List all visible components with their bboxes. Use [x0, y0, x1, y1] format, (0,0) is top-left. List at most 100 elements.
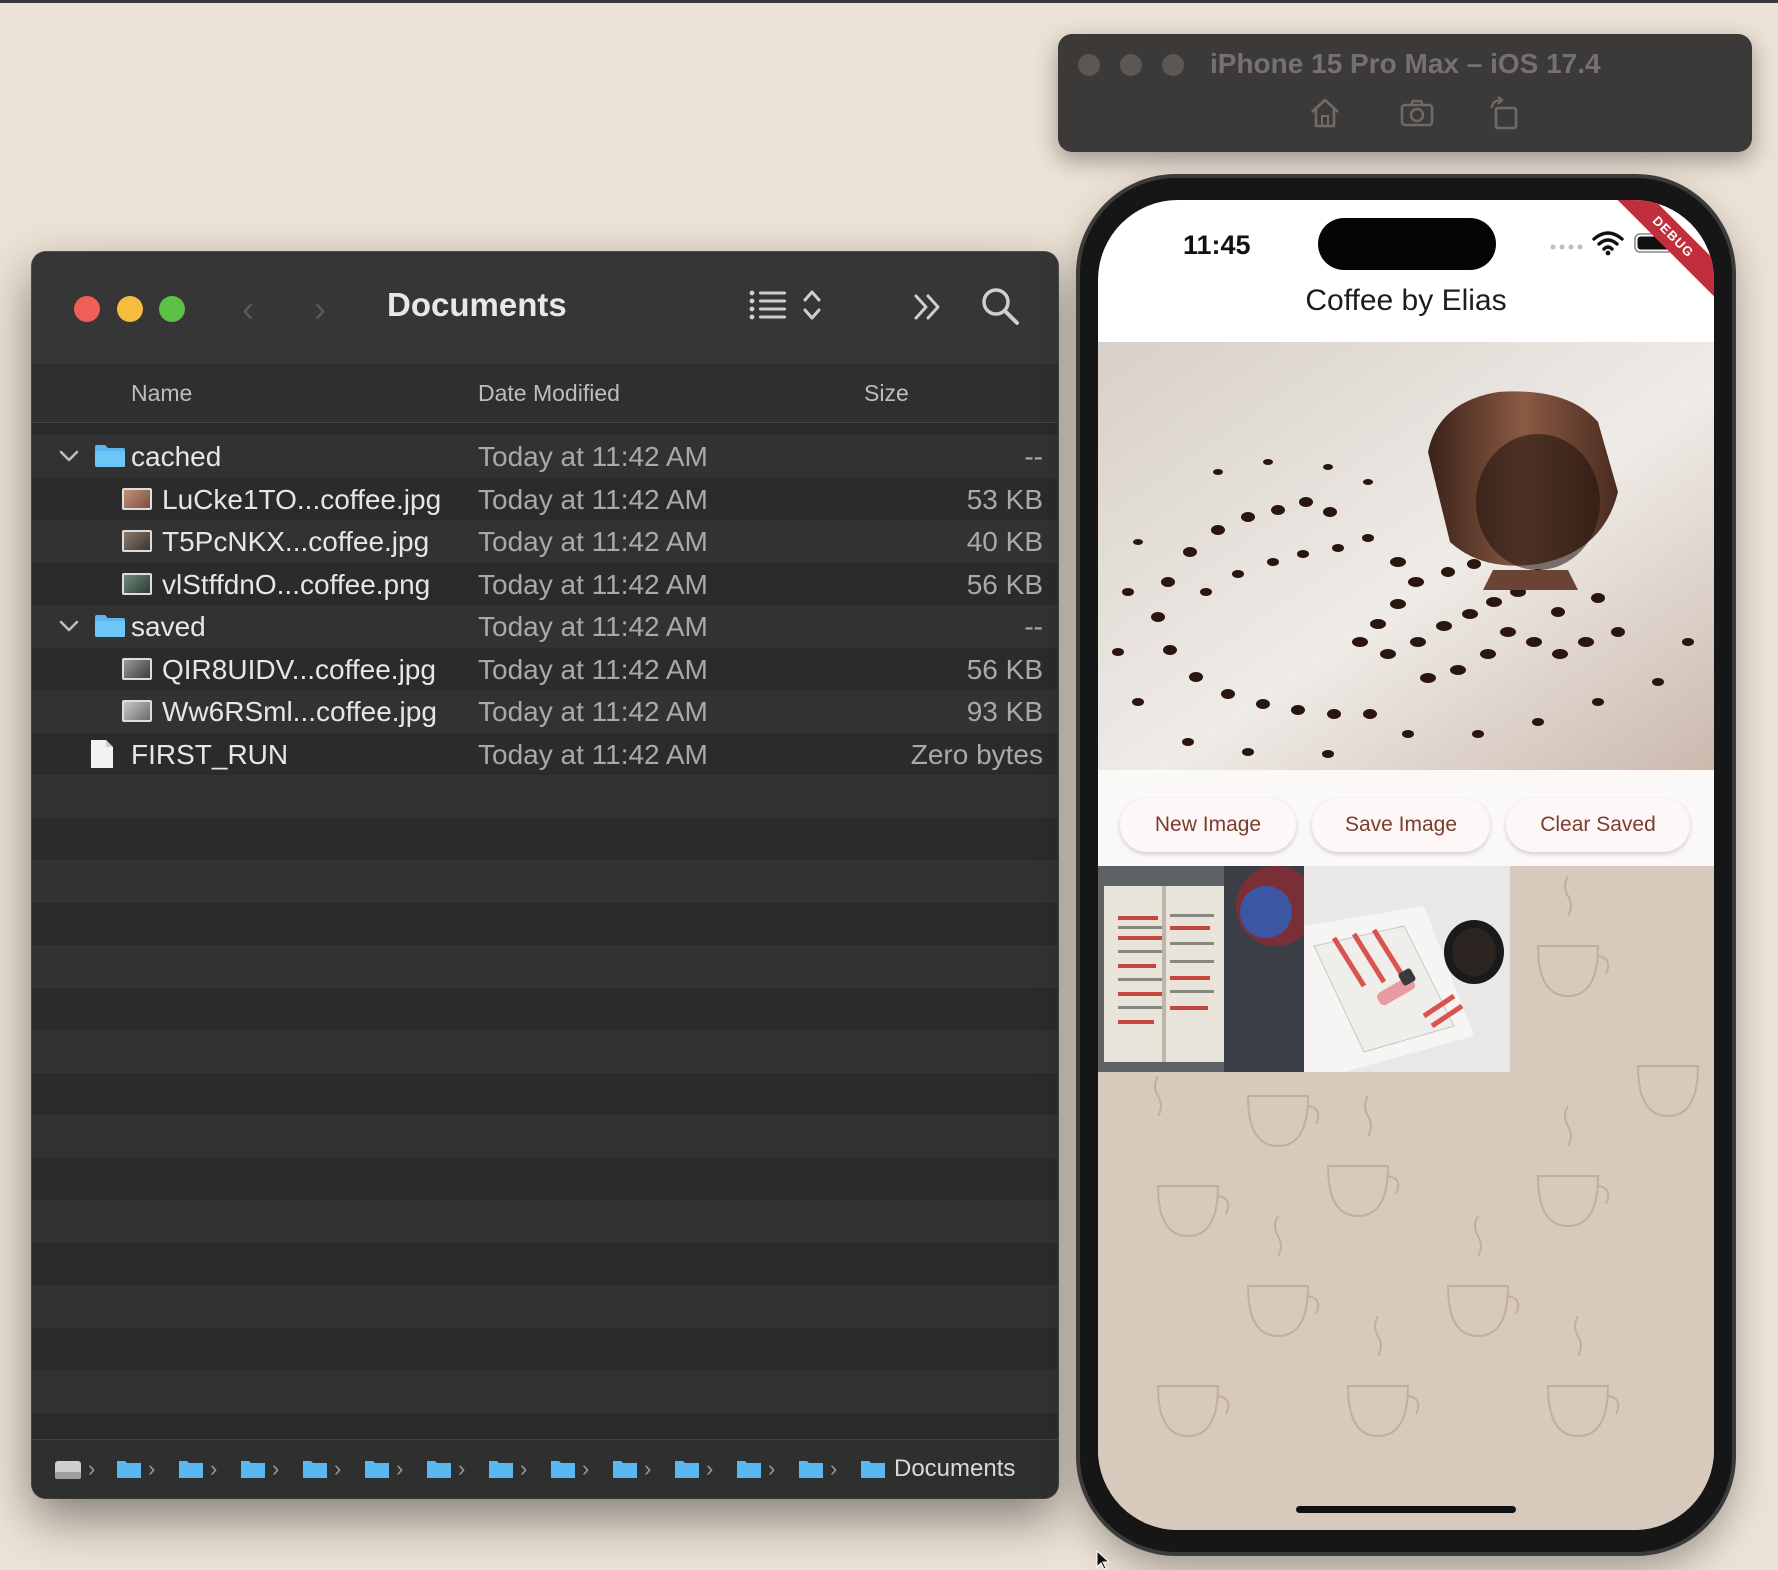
- path-item-disk[interactable]: ›: [54, 1454, 95, 1484]
- disclosure-chevron-icon[interactable]: [58, 445, 80, 467]
- empty-row: [32, 817, 1058, 860]
- more-toolbar-items-icon[interactable]: [912, 292, 944, 322]
- file-name: cached: [131, 441, 222, 472]
- path-separator-icon: ›: [706, 1456, 714, 1481]
- zoom-button[interactable]: [1162, 54, 1184, 76]
- wifi-icon: [1592, 231, 1624, 256]
- minimize-button[interactable]: [1120, 54, 1142, 76]
- search-icon[interactable]: [980, 286, 1020, 326]
- path-separator-icon: ›: [88, 1456, 96, 1481]
- image-thumbnail-icon: [122, 530, 152, 552]
- file-row[interactable]: FIRST_RUN Today at 11:42 AM Zero bytes: [32, 732, 1058, 775]
- iphone-device: 11:45 DEBUG Coffee by Elias New Image Sa…: [1080, 178, 1732, 1552]
- file-size: 56 KB: [966, 653, 1043, 685]
- path-item-folder[interactable]: ›: [116, 1454, 155, 1484]
- path-item-documents[interactable]: Documents: [860, 1454, 1015, 1484]
- folder-icon: [675, 1461, 699, 1478]
- path-separator-icon: ›: [148, 1456, 156, 1481]
- forward-chevron-icon[interactable]: ›: [314, 288, 326, 330]
- zoom-button[interactable]: [159, 296, 185, 322]
- folder-icon: [95, 615, 125, 637]
- finder-window: ‹ › Documents Name Date Modified Size ca…: [32, 252, 1058, 1498]
- file-size: 93 KB: [966, 696, 1043, 727]
- folder-icon: [861, 1461, 885, 1478]
- path-separator-icon: ›: [210, 1456, 218, 1481]
- back-chevron-icon[interactable]: ‹: [242, 288, 254, 330]
- view-options-chevron-icon[interactable]: [800, 286, 824, 324]
- path-item-folder[interactable]: ›: [178, 1454, 217, 1484]
- path-separator-icon: ›: [520, 1456, 528, 1481]
- file-name: LuCke1TO...coffee.jpg: [162, 483, 442, 515]
- folder-row-cached[interactable]: cached Today at 11:42 AM --: [32, 435, 1058, 478]
- disclosure-chevron-icon[interactable]: [58, 615, 80, 637]
- column-date-modified[interactable]: Date Modified: [478, 380, 620, 407]
- column-size[interactable]: Size: [864, 380, 909, 407]
- folder-icon: [241, 1461, 265, 1478]
- coffee-hero-image: [1098, 342, 1714, 770]
- file-date: Today at 11:42 AM: [478, 738, 708, 770]
- empty-row: [32, 1242, 1058, 1285]
- new-image-button[interactable]: New Image: [1120, 798, 1296, 852]
- rotate-icon[interactable]: [1488, 96, 1522, 130]
- path-item-folder[interactable]: ›: [302, 1454, 341, 1484]
- path-item-folder[interactable]: ›: [798, 1454, 837, 1484]
- empty-row: [32, 1072, 1058, 1115]
- path-item-folder[interactable]: ›: [674, 1454, 713, 1484]
- path-item-folder[interactable]: ›: [240, 1454, 279, 1484]
- folder-icon: [613, 1461, 637, 1478]
- path-item-folder[interactable]: ›: [550, 1454, 589, 1484]
- column-header: Name Date Modified Size: [32, 364, 1058, 423]
- close-button[interactable]: [74, 296, 100, 322]
- file-list: cached Today at 11:42 AM -- LuCke1TO...c…: [32, 423, 1058, 1440]
- empty-row: [32, 987, 1058, 1030]
- file-date: Today at 11:42 AM: [478, 653, 708, 685]
- save-image-button[interactable]: Save Image: [1312, 798, 1490, 852]
- image-thumbnail-icon: [122, 487, 152, 510]
- path-item-folder[interactable]: ›: [364, 1454, 403, 1484]
- file-date: Today at 11:42 AM: [478, 611, 708, 642]
- screenshot-icon[interactable]: [1400, 96, 1434, 130]
- folder-icon: [117, 1461, 141, 1478]
- window-title: Documents: [387, 286, 567, 323]
- action-button-bar: New Image Save Image Clear Saved: [1098, 770, 1714, 866]
- file-name: vlStffdnO...coffee.png: [162, 568, 431, 600]
- file-size: 40 KB: [966, 526, 1043, 557]
- path-separator-icon: ›: [768, 1456, 776, 1481]
- app-title: Coffee by Elias: [1305, 284, 1507, 317]
- file-size: Zero bytes: [910, 738, 1043, 770]
- phone-screen: 11:45 DEBUG Coffee by Elias New Image Sa…: [1098, 200, 1714, 1530]
- saved-images-gallery: [1098, 866, 1714, 1530]
- document-icon: [91, 739, 113, 768]
- empty-row: [32, 860, 1058, 903]
- path-separator-icon: ›: [582, 1456, 590, 1481]
- path-item-folder[interactable]: ›: [426, 1454, 465, 1484]
- file-date: Today at 11:42 AM: [478, 526, 708, 557]
- saved-image-thumbnail[interactable]: [1304, 866, 1510, 1072]
- image-thumbnail-icon: [122, 700, 152, 722]
- saved-image-thumbnail[interactable]: [1098, 866, 1304, 1072]
- home-indicator[interactable]: [1296, 1506, 1516, 1513]
- folder-row-saved[interactable]: saved Today at 11:42 AM --: [32, 605, 1058, 648]
- path-item-folder[interactable]: ›: [736, 1454, 775, 1484]
- empty-row: [32, 1115, 1058, 1158]
- file-row[interactable]: T5PcNKX...coffee.jpg Today at 11:42 AM 4…: [32, 520, 1058, 563]
- column-name[interactable]: Name: [131, 380, 192, 407]
- path-item-folder[interactable]: ›: [612, 1454, 651, 1484]
- folder-icon: [799, 1461, 823, 1478]
- close-button[interactable]: [1078, 54, 1100, 76]
- simulator-title: iPhone 15 Pro Max – iOS 17.4: [1210, 48, 1601, 79]
- file-row[interactable]: vlStffdnO...coffee.png Today at 11:42 AM…: [32, 562, 1058, 605]
- file-row[interactable]: QIR8UIDV...coffee.jpg Today at 11:42 AM …: [32, 647, 1058, 690]
- file-date: Today at 11:42 AM: [478, 483, 708, 515]
- file-row[interactable]: LuCke1TO...coffee.jpg Today at 11:42 AM …: [32, 477, 1058, 520]
- minimize-button[interactable]: [117, 296, 143, 322]
- list-view-icon[interactable]: [748, 288, 788, 322]
- path-separator-icon: ›: [334, 1456, 342, 1481]
- clear-saved-button[interactable]: Clear Saved: [1506, 798, 1690, 852]
- file-name: FIRST_RUN: [131, 738, 289, 770]
- file-row[interactable]: Ww6RSml...coffee.jpg Today at 11:42 AM 9…: [32, 690, 1058, 733]
- home-icon[interactable]: [1308, 96, 1342, 130]
- path-item-folder[interactable]: ›: [488, 1454, 527, 1484]
- file-size: 53 KB: [966, 483, 1043, 515]
- image-thumbnail-icon: [122, 572, 152, 595]
